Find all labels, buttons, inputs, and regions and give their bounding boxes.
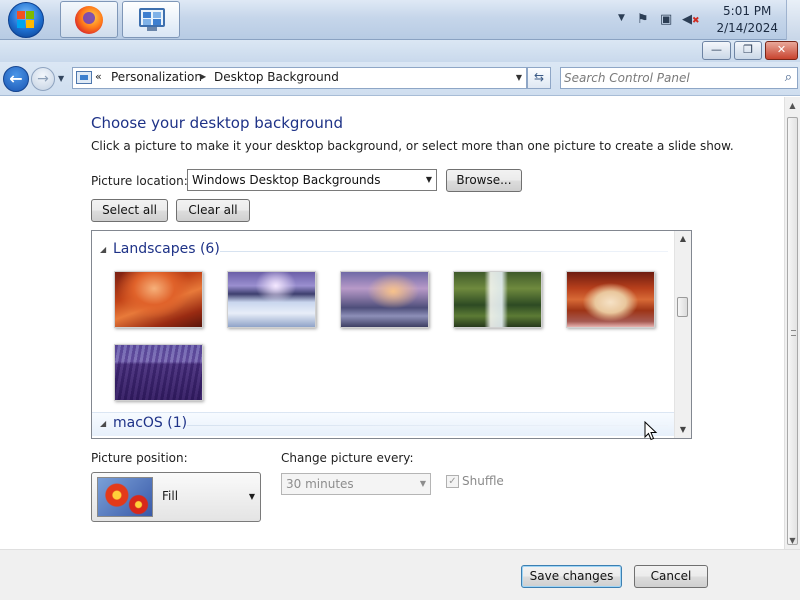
wallpaper-thumbnail[interactable] (566, 271, 655, 328)
wallpaper-thumbnail[interactable] (453, 271, 542, 328)
group-header-macos[interactable]: ◢ macOS (1) (92, 412, 674, 436)
window-titlebar[interactable]: — ❐ ✕ (0, 40, 800, 62)
page-scroll-thumb[interactable] (787, 117, 798, 545)
save-changes-button[interactable]: Save changes (521, 565, 622, 588)
minimize-button[interactable]: — (702, 41, 731, 60)
change-picture-label: Change picture every: (281, 451, 414, 465)
group-header-landscapes[interactable]: ◢ Landscapes (6) (92, 239, 674, 263)
recent-pages-dropdown-icon[interactable]: ▼ (58, 74, 64, 83)
chevron-down-icon: ▼ (425, 175, 432, 184)
picture-position-label: Picture position: (91, 451, 188, 465)
address-overflow-chevron[interactable]: « (95, 70, 102, 83)
mouse-cursor-icon (644, 421, 658, 441)
collapse-triangle-icon[interactable]: ◢ (100, 245, 106, 254)
breadcrumb-separator-icon[interactable]: ▶ (200, 72, 206, 81)
clock-date: 2/14/2024 (716, 21, 778, 35)
page-description: Click a picture to make it your desktop … (91, 139, 734, 153)
address-dropdown-icon[interactable]: ▼ (516, 73, 522, 82)
cancel-button[interactable]: Cancel (634, 565, 708, 588)
control-panel-icon (139, 8, 165, 32)
gallery-scroll-down-icon[interactable]: ▼ (675, 422, 691, 438)
close-button[interactable]: ✕ (765, 41, 798, 60)
checkmark-icon[interactable]: ✓ (446, 475, 459, 488)
gallery-scrollbar[interactable]: ▲ ▼ (674, 231, 691, 438)
page-scrollbar[interactable]: ▲ ▼ (784, 97, 800, 549)
dialog-footer: Save changes Cancel (0, 549, 800, 600)
picture-location-select[interactable]: Windows Desktop Backgrounds ▼ (187, 169, 437, 191)
search-input[interactable] (564, 70, 764, 86)
show-desktop-button[interactable] (786, 0, 800, 40)
picture-position-select[interactable]: Fill ▼ (91, 472, 261, 522)
gallery-scroll-up-icon[interactable]: ▲ (675, 231, 691, 247)
shuffle-label: Shuffle (462, 474, 504, 488)
browse-button[interactable]: Browse... (446, 169, 522, 192)
action-center-flag-icon[interactable]: ⚑ (637, 12, 649, 27)
forward-arrow-icon[interactable]: → (31, 67, 55, 91)
picture-location-value: Windows Desktop Backgrounds (192, 173, 381, 187)
network-icon[interactable]: ▣ (660, 12, 672, 27)
taskbar: ▼ ⚑ ▣ ◀✖ 5:01 PM 2/14/2024 (0, 0, 800, 40)
scroll-down-arrow-icon[interactable]: ▼ (785, 532, 800, 549)
wallpaper-thumbnail[interactable] (114, 271, 203, 328)
position-preview-image (97, 477, 153, 517)
breadcrumb-desktop-background[interactable]: Desktop Background (214, 70, 339, 84)
wallpaper-thumbnail[interactable] (114, 344, 203, 401)
scroll-up-arrow-icon[interactable]: ▲ (785, 97, 800, 114)
search-box[interactable]: ⌕ (560, 67, 798, 89)
collapse-triangle-icon[interactable]: ◢ (100, 419, 106, 428)
back-arrow-icon[interactable]: ← (3, 66, 29, 92)
taskbar-control-panel-button[interactable] (122, 1, 180, 38)
wallpaper-thumbnail[interactable] (340, 271, 429, 328)
search-icon[interactable]: ⌕ (785, 70, 792, 85)
page-title: Choose your desktop background (91, 114, 343, 132)
clock[interactable]: 5:01 PM 2/14/2024 (716, 3, 778, 37)
show-hidden-icons-arrow[interactable]: ▼ (618, 13, 625, 23)
group-label-landscapes: Landscapes (6) (113, 241, 220, 257)
picture-position-value: Fill (162, 489, 179, 503)
group-label-macos: macOS (1) (113, 415, 188, 431)
control-panel-small-icon (76, 71, 92, 84)
clock-time: 5:01 PM (723, 4, 772, 18)
breadcrumb-personalization[interactable]: Personalization (111, 70, 202, 84)
refresh-button[interactable]: ⇆ (527, 67, 551, 89)
picture-gallery[interactable]: ◢ Landscapes (6) ◢ macOS (1) ▲ ▼ (91, 230, 692, 439)
group-divider (220, 251, 668, 252)
start-button[interactable] (6, 2, 46, 38)
volume-muted-icon[interactable]: ◀✖ (682, 12, 700, 27)
gallery-scroll-thumb[interactable] (677, 297, 688, 317)
wallpaper-thumbnail[interactable] (227, 271, 316, 328)
taskbar-firefox-button[interactable] (60, 1, 118, 38)
select-all-button[interactable]: Select all (91, 199, 168, 222)
change-picture-select[interactable]: 30 minutes ▼ (281, 473, 431, 495)
chevron-down-icon: ▼ (248, 492, 255, 501)
refresh-icon: ⇆ (533, 70, 545, 84)
maximize-button[interactable]: ❐ (734, 41, 762, 60)
picture-location-label: Picture location: (91, 174, 188, 188)
chevron-down-icon: ▼ (419, 479, 426, 488)
system-tray: ▼ ⚑ ▣ ◀✖ 5:01 PM 2/14/2024 (610, 0, 800, 40)
clear-all-button[interactable]: Clear all (176, 199, 250, 222)
group-divider (187, 425, 668, 426)
windows-logo-icon (17, 11, 35, 29)
firefox-icon (75, 6, 103, 34)
address-bar[interactable]: « Personalization ▶ Desktop Background ▼ (72, 67, 527, 89)
change-picture-value: 30 minutes (286, 477, 354, 491)
